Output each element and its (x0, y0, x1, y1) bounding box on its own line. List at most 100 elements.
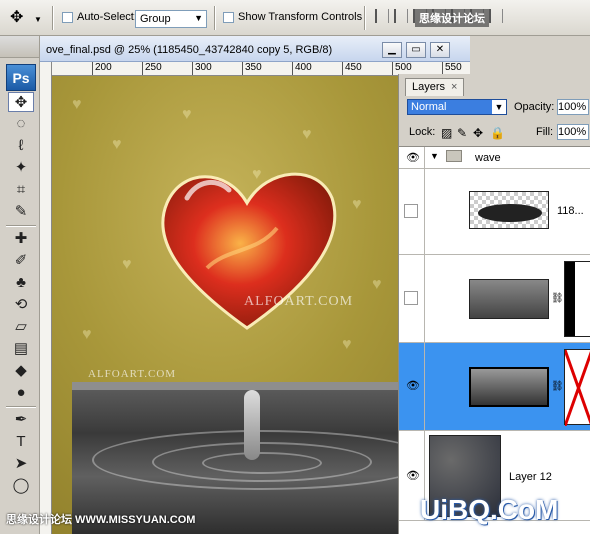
visibility-toggle[interactable]: 👁 (399, 343, 425, 430)
ripple (202, 452, 322, 474)
bokeh-heart: ♥ (182, 106, 192, 123)
move-tool-preset-button[interactable]: ✥ ▼ (10, 8, 42, 28)
document-title: ove_final.psd @ 25% (1185450_43742840 co… (46, 44, 333, 56)
move-icon: ✥ (10, 9, 24, 26)
lock-transparent-icon[interactable]: ▨ (441, 126, 452, 140)
path-selection-tool-icon[interactable]: ➤ (8, 454, 34, 474)
visibility-toggle[interactable]: 👁 (399, 147, 425, 168)
fill-label: Fill: (536, 126, 554, 138)
layer-thumbnail (469, 279, 549, 319)
auto-select-dropdown[interactable]: Group ▼ (135, 10, 207, 28)
eraser-tool-icon[interactable]: ▱ (8, 317, 34, 337)
healing-brush-tool-icon[interactable]: ✚ (8, 229, 34, 249)
align-middle-icon[interactable] (394, 9, 408, 23)
splash-shape (478, 204, 542, 222)
layer-mask-thumbnail[interactable] (563, 349, 590, 427)
history-brush-tool-icon[interactable]: ⟲ (8, 295, 34, 315)
bokeh-heart: ♥ (302, 126, 312, 143)
maximize-button[interactable]: ▭ (406, 42, 426, 58)
ruler-tick: 450 (342, 62, 362, 75)
bokeh-heart: ♥ (372, 276, 382, 293)
visibility-box (404, 204, 418, 218)
tab-layers-label: Layers (412, 81, 446, 93)
layer-row-selected[interactable]: 👁 ⛓ (399, 343, 590, 431)
watermark-bottom-left: 思缘设计论坛 WWW.MISSYUAN.COM (6, 514, 196, 526)
type-tool-icon[interactable]: T (8, 432, 34, 452)
link-icon: ⛓ (551, 381, 564, 392)
layers-list: 👁 ▼ wave 118... ⛓ 👁 ⛓ 👁 Layer 12 (399, 146, 590, 534)
close-icon[interactable]: × (451, 81, 457, 93)
opacity-field[interactable]: 100% (557, 99, 589, 115)
mask-disabled-icon (563, 349, 590, 427)
lasso-tool-icon[interactable]: ℓ (8, 136, 34, 156)
visibility-toggle[interactable] (399, 169, 425, 254)
ruler-tick: 300 (192, 62, 212, 75)
tools-panel-grip[interactable] (0, 36, 39, 58)
visibility-toggle[interactable] (399, 255, 425, 342)
show-transform-checkbox[interactable] (223, 12, 234, 23)
lock-all-icon[interactable]: 🔒 (490, 126, 505, 140)
ruler-tick: 250 (142, 62, 162, 75)
visibility-box (404, 291, 418, 305)
bokeh-heart: ♥ (112, 136, 122, 153)
pen-tool-icon[interactable]: ✒ (8, 410, 34, 430)
water-drop (244, 390, 260, 460)
bokeh-heart: ♥ (352, 196, 362, 213)
eyedropper-tool-icon[interactable]: ✎ (8, 202, 34, 222)
fill-field[interactable]: 100% (557, 124, 589, 140)
ruler-tick: 400 (292, 62, 312, 75)
layer-row[interactable]: ⛓ (399, 255, 590, 343)
auto-select-checkbox[interactable] (62, 12, 73, 23)
auto-select-value: Group (140, 13, 171, 25)
brush-tool-icon[interactable]: ✐ (8, 251, 34, 271)
layer-thumbnail (469, 191, 549, 229)
crop-tool-icon[interactable]: ⌗ (8, 180, 34, 200)
canvas-watermark: ALFOART.COM (244, 294, 354, 309)
layer-name: Layer 12 (509, 471, 552, 483)
separator (364, 6, 366, 30)
glass-heart (161, 172, 337, 330)
lock-position-icon[interactable]: ✥ (473, 126, 483, 140)
clone-stamp-tool-icon[interactable]: ♣ (8, 273, 34, 293)
canvas-watermark: ALFOART.COM (88, 368, 177, 380)
ellipse-tool-icon[interactable]: ◯ (8, 476, 34, 496)
blend-mode-dropdown[interactable]: Normal ▼ (407, 99, 507, 115)
layers-panel: Layers × Normal ▼ Opacity: 100% Lock: ▨ ✎… (398, 74, 590, 534)
chevron-down-icon: ▼ (34, 15, 42, 24)
bokeh-heart: ♥ (122, 256, 132, 273)
layer-group-row[interactable]: 👁 ▼ wave (399, 147, 590, 169)
chevron-down-icon: ▼ (194, 13, 203, 23)
layer-thumbnail (469, 367, 549, 407)
distribute-icon[interactable] (489, 9, 503, 23)
bokeh-heart: ♥ (72, 96, 82, 113)
ruler-tick: 200 (92, 62, 112, 75)
align-top-icon[interactable] (375, 9, 389, 23)
blur-tool-icon[interactable]: ◆ (8, 361, 34, 381)
layer-mask-thumbnail[interactable] (564, 261, 590, 337)
tab-layers[interactable]: Layers × (405, 78, 465, 96)
ps-logo: Ps (6, 64, 36, 91)
opacity-label: Opacity: (514, 101, 555, 113)
eye-icon: 👁 (406, 380, 420, 392)
dodge-tool-icon[interactable]: ● (8, 383, 34, 403)
magic-wand-tool-icon[interactable]: ✦ (8, 158, 34, 178)
ruler-vertical[interactable] (40, 62, 52, 534)
watermark-logo: UiBQ.CoM (420, 494, 559, 525)
auto-select-label: Auto-Select: (77, 11, 137, 23)
move-tool-icon[interactable]: ✥ (8, 92, 34, 112)
lock-image-icon[interactable]: ✎ (457, 126, 467, 140)
bokeh-heart: ♥ (82, 326, 92, 343)
chevron-down-icon[interactable]: ▼ (430, 151, 439, 161)
document-titlebar[interactable]: ove_final.psd @ 25% (1185450_43742840 co… (40, 36, 470, 62)
gradient-tool-icon[interactable]: ▤ (8, 339, 34, 359)
ruler-tick: 350 (242, 62, 262, 75)
separator (214, 6, 216, 30)
close-button[interactable]: ✕ (430, 42, 450, 58)
eye-icon: 👁 (406, 152, 420, 164)
watermark-top: 思缘设计论坛 (415, 9, 489, 27)
marquee-tool-icon[interactable]: ◌ (8, 114, 34, 134)
layer-row[interactable]: 118... (399, 169, 590, 255)
minimize-button[interactable]: ▁ (382, 42, 402, 58)
separator (52, 6, 54, 30)
link-icon: ⛓ (551, 293, 564, 304)
